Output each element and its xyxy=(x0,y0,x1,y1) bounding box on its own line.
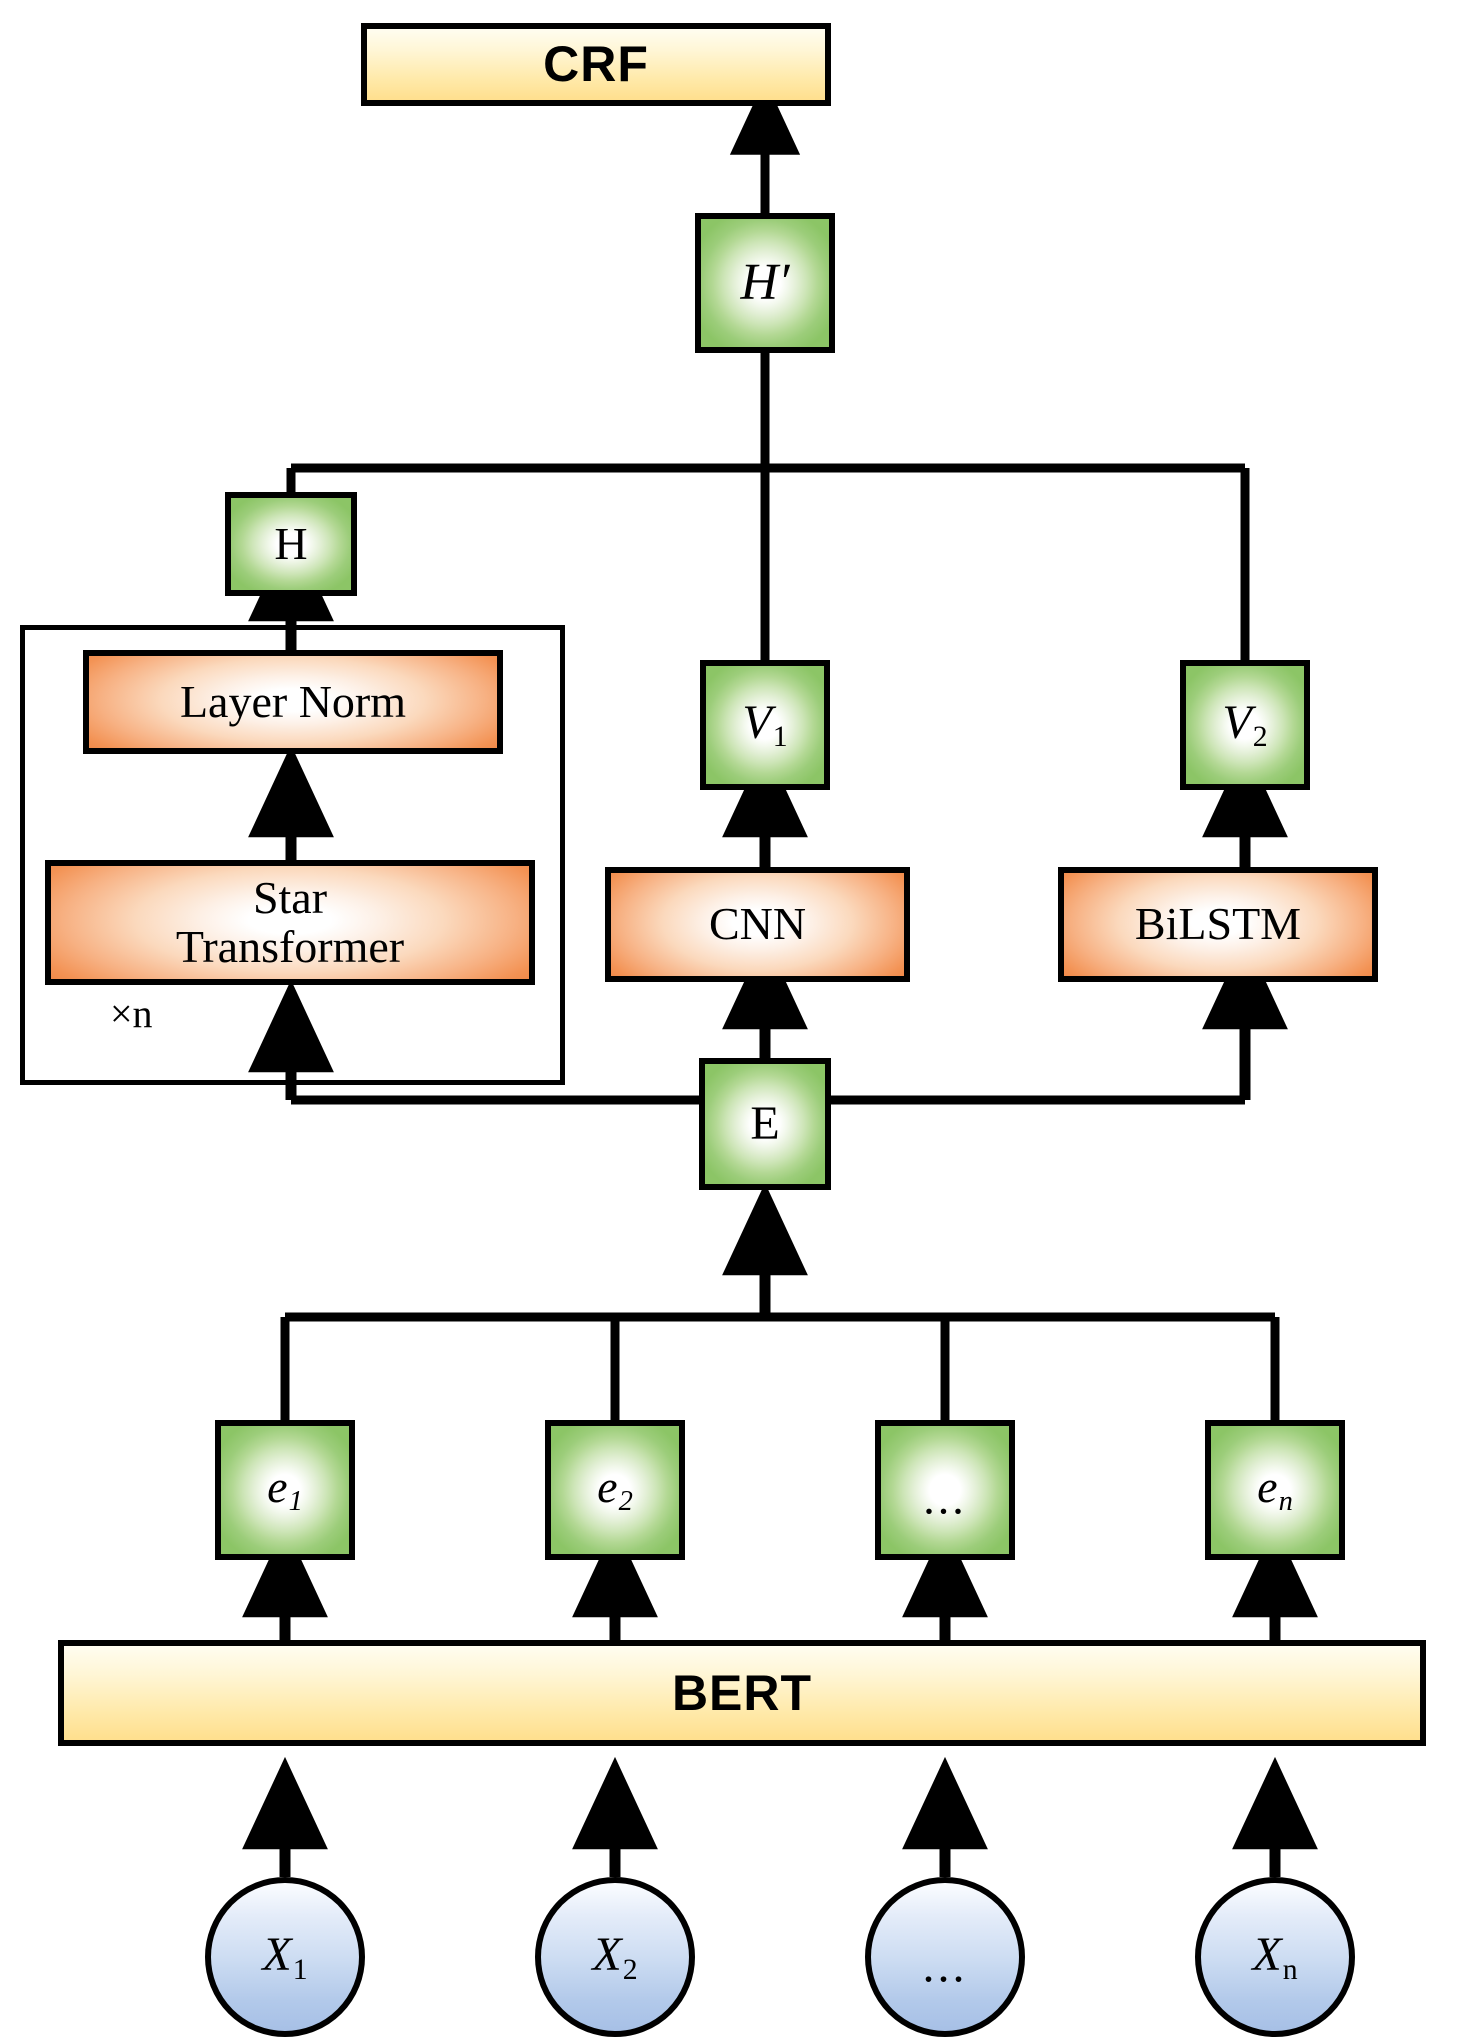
layer-norm-block[interactable]: Layer Norm xyxy=(83,650,503,754)
bert-label: BERT xyxy=(671,1664,813,1721)
input-x1-base: X xyxy=(262,1928,292,1982)
input-x1-label: X1 xyxy=(262,1927,307,1986)
embedding-en-label: en xyxy=(1257,1461,1293,1518)
bert-encoder[interactable]: BERT xyxy=(58,1640,1426,1746)
embedding-e1-base: e xyxy=(267,1461,288,1513)
v2-label: V2 xyxy=(1222,695,1268,754)
h-label: H xyxy=(274,517,308,569)
layer-norm-label: Layer Norm xyxy=(179,675,407,727)
input-ellipsis-label: ... xyxy=(922,1939,968,1993)
input-token-x1[interactable]: X1 xyxy=(205,1877,365,2037)
embedding-en-base: e xyxy=(1257,1461,1278,1513)
hidden-state-h[interactable]: H xyxy=(225,492,357,596)
e-label: E xyxy=(750,1096,780,1150)
input-xn-subscript: n xyxy=(1282,1952,1298,1986)
input-xn-label: Xn xyxy=(1252,1927,1297,1986)
bilstm-block[interactable]: BiLSTM xyxy=(1058,867,1378,982)
hprime-prime-mark: ′ xyxy=(778,253,790,311)
embedding-ellipsis-label: ... xyxy=(923,1472,967,1524)
input-x1-subscript: 1 xyxy=(292,1952,308,1986)
star-transformer-label-line1: Star xyxy=(252,872,328,924)
repeat-count-label: ×n xyxy=(110,991,153,1036)
input-x2-label: X2 xyxy=(592,1927,637,1986)
embedding-en-subscript: n xyxy=(1278,1486,1293,1518)
bilstm-label: BiLSTM xyxy=(1134,898,1302,950)
v2-subscript: 2 xyxy=(1252,720,1268,754)
input-token-ellipsis[interactable]: ... xyxy=(865,1877,1025,2037)
v1-subscript: 1 xyxy=(772,720,788,754)
crf-label: CRF xyxy=(543,36,649,93)
embedding-e2-base: e xyxy=(597,1461,618,1513)
embedding-matrix-e[interactable]: E xyxy=(699,1058,831,1190)
embedding-box-ellipsis[interactable]: ... xyxy=(875,1420,1015,1560)
v1-symbol: V xyxy=(742,695,772,749)
star-transformer-label-line2: Transformer xyxy=(175,920,405,972)
embedding-e1-subscript: 1 xyxy=(288,1486,303,1518)
embedding-e2-subscript: 2 xyxy=(618,1486,633,1518)
cnn-label: CNN xyxy=(708,898,807,950)
input-xn-base: X xyxy=(1252,1928,1282,1982)
hprime-label: H′ xyxy=(740,253,790,311)
cnn-block[interactable]: CNN xyxy=(605,867,910,982)
input-x2-base: X xyxy=(592,1928,622,1982)
feature-vector-v1[interactable]: V1 xyxy=(700,660,830,790)
input-token-x2[interactable]: X2 xyxy=(535,1877,695,2037)
embedding-box-en[interactable]: en xyxy=(1205,1420,1345,1560)
crf-layer[interactable]: CRF xyxy=(361,23,831,106)
input-x2-subscript: 2 xyxy=(622,1952,638,1986)
embedding-e1-label: e1 xyxy=(267,1461,303,1518)
architecture-diagram: CRF H′ H ×n Layer Norm Star Transformer … xyxy=(0,0,1484,2037)
star-transformer-block[interactable]: Star Transformer xyxy=(45,860,535,985)
embedding-e2-label: e2 xyxy=(597,1461,633,1518)
input-token-xn[interactable]: Xn xyxy=(1195,1877,1355,2037)
hidden-state-hprime[interactable]: H′ xyxy=(695,213,835,353)
embedding-box-e2[interactable]: e2 xyxy=(545,1420,685,1560)
hprime-symbol: H xyxy=(740,253,779,311)
embedding-box-e1[interactable]: e1 xyxy=(215,1420,355,1560)
v1-label: V1 xyxy=(742,695,788,754)
v2-symbol: V xyxy=(1222,695,1252,749)
feature-vector-v2[interactable]: V2 xyxy=(1180,660,1310,790)
